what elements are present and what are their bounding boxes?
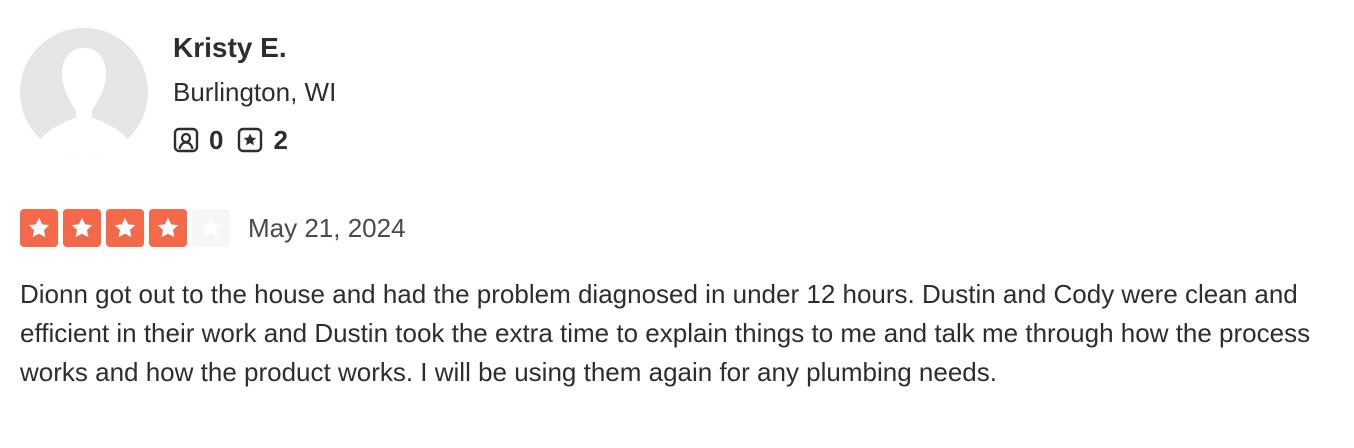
friends-count: 0: [209, 125, 224, 155]
friends-icon: [173, 127, 199, 153]
star-empty-icon: [192, 209, 230, 247]
star-filled-icon: [106, 209, 144, 247]
friends-stat: 0: [173, 124, 223, 156]
reviews-count: 2: [273, 125, 288, 155]
review-text: Dionn got out to the house and had the p…: [20, 279, 1311, 387]
reviews-stat: 2: [237, 124, 288, 156]
rating-row: May 21, 2024: [20, 208, 406, 248]
star-rating: [20, 209, 230, 247]
avatar[interactable]: [20, 28, 148, 156]
review-star-icon: [237, 127, 263, 153]
star-filled-icon: [20, 209, 58, 247]
star-filled-icon: [149, 209, 187, 247]
default-user-silhouette-icon: [20, 28, 148, 156]
review-date: May 21, 2024: [248, 213, 406, 243]
reviewer-stats: 0 2: [173, 124, 288, 156]
reviewer-location: Burlington, WI: [173, 77, 337, 107]
reviewer-name[interactable]: Kristy E.: [173, 30, 287, 66]
star-filled-icon: [63, 209, 101, 247]
